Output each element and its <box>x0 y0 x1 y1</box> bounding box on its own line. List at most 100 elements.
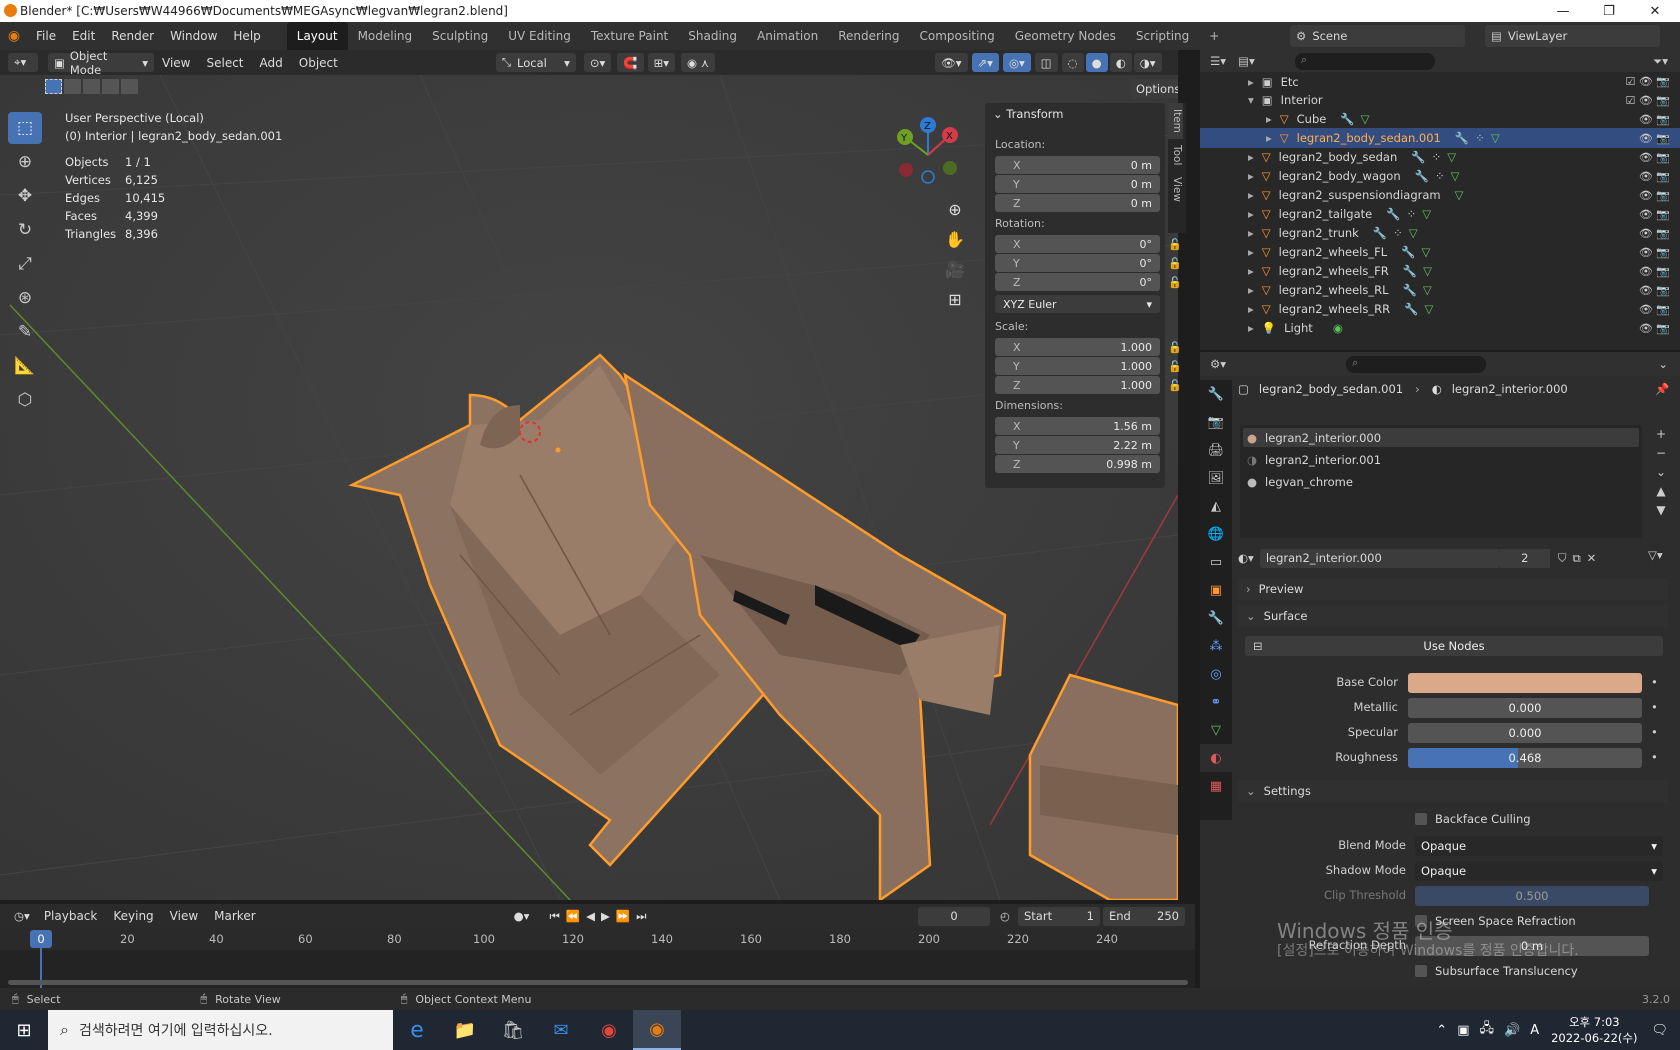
physics-tab-icon[interactable]: ◎ <box>1200 660 1232 688</box>
tab-modeling[interactable]: Modeling <box>348 22 423 50</box>
menu-render[interactable]: Render <box>103 22 162 50</box>
select-intersect-icon[interactable] <box>121 79 138 94</box>
tab-compositing[interactable]: Compositing <box>909 22 1004 50</box>
lock-icon[interactable]: 🔓 <box>1168 379 1182 392</box>
outliner-search-input[interactable]: ⌕ <box>1294 52 1435 70</box>
material-name-field[interactable]: legran2_interior.000 <box>1259 548 1500 568</box>
menu-window[interactable]: Window <box>162 22 225 50</box>
add-cube-icon[interactable]: ⬡ <box>8 384 42 416</box>
navigation-gizmo[interactable]: Z X Y <box>888 115 968 195</box>
shading-wireframe-icon[interactable]: ◌ <box>1061 53 1084 72</box>
timeline-menu-playback[interactable]: Playback <box>36 902 106 930</box>
transform-header[interactable]: ⌄ Transform <box>993 107 1064 121</box>
outliner-row[interactable]: ▸ 💡 Light ◉ <box>1200 318 1680 338</box>
scale-x-field[interactable]: X 1.000 🔓 <box>995 338 1182 356</box>
notification-icon[interactable]: 🗨 <box>1651 1023 1668 1038</box>
vp-menu-add[interactable]: Add <box>252 49 291 77</box>
minimize-button[interactable]: — <box>1540 0 1586 22</box>
viewlayer-selector[interactable]: ▤ ViewLayer <box>1485 25 1660 47</box>
fake-user-icon[interactable]: ⛉ <box>1558 551 1567 566</box>
annotate-icon[interactable]: ✎ <box>8 316 42 348</box>
eye-icon[interactable]: ☑ 👁 📷 <box>1610 72 1670 91</box>
sidebar-tab-item[interactable]: Item <box>1168 103 1183 139</box>
tab-sculpting[interactable]: Sculpting <box>422 22 498 50</box>
lock-icon[interactable]: 🔓 <box>1168 238 1182 251</box>
timeline-editor-icon[interactable]: ◷▾ <box>8 907 36 926</box>
dimensions-x-field[interactable]: X 1.56 m <box>995 417 1160 435</box>
outliner-row[interactable]: ▸ ▽ legran2_tailgate 🔧 ⁘ ▽ <box>1200 204 1680 224</box>
keyframe-dot-icon[interactable]: • <box>1651 675 1658 689</box>
select-new-icon[interactable] <box>45 79 62 94</box>
object-tab-icon[interactable]: ▣ <box>1200 576 1232 604</box>
scene-selector[interactable]: ⚙ Scene <box>1290 25 1465 47</box>
sidebar-tab-view[interactable]: View <box>1168 171 1183 208</box>
outliner-row-selected[interactable]: ▸ ▽ legran2_body_sedan.001 🔧 ⁘ ▽ <box>1200 128 1680 148</box>
outliner-row[interactable]: ▸ ▽ legran2_wheels_RR 🔧 ▽ <box>1200 299 1680 319</box>
select-extend-icon[interactable] <box>64 79 81 94</box>
collection-tab-icon[interactable]: ▭ <box>1200 548 1232 576</box>
shading-solid-icon[interactable]: ● <box>1085 53 1108 72</box>
world-tab-icon[interactable]: 🌐 <box>1200 520 1232 548</box>
tab-shading[interactable]: Shading <box>678 22 747 50</box>
rotation-z-field[interactable]: Z 0° 🔓 <box>995 273 1182 291</box>
eye-icon[interactable]: 👁 📷 <box>1610 319 1670 338</box>
keyframe-dot-icon[interactable]: • <box>1651 750 1658 764</box>
snap-icon[interactable]: 🧲 <box>617 53 644 72</box>
eye-icon[interactable]: 👁 📷 <box>1610 110 1670 129</box>
chrome-icon[interactable]: ◉ <box>585 1020 633 1041</box>
preview-section-header[interactable]: › Preview <box>1238 578 1668 600</box>
sidebar-tab-tool[interactable]: Tool <box>1168 139 1183 171</box>
tab-layout[interactable]: Layout <box>286 22 348 50</box>
add-workspace-icon[interactable]: + <box>1199 22 1229 50</box>
timeline-scrollbar[interactable] <box>8 980 1188 985</box>
select-invert-icon[interactable] <box>102 79 119 94</box>
select-subtract-icon[interactable] <box>83 79 100 94</box>
display-mode-icon[interactable]: ▤▾ <box>1238 54 1255 68</box>
specular-field[interactable]: 0.000 <box>1408 723 1642 743</box>
menu-edit[interactable]: Edit <box>64 22 103 50</box>
taskbar-search-box[interactable]: ⌕ 검색하려면 여기에 입력하십시오. <box>48 1010 393 1050</box>
shading-material-icon[interactable]: ◐ <box>1109 53 1132 72</box>
move-up-icon[interactable]: ▲ <box>1652 482 1670 501</box>
vp-menu-view[interactable]: View <box>154 49 198 77</box>
tray-app-icon[interactable]: ▣ <box>1457 1023 1469 1038</box>
link-type-icon[interactable]: ▽▾ <box>1648 548 1663 562</box>
output-tab-icon[interactable]: 🖨 <box>1200 436 1232 464</box>
slot-menu-icon[interactable]: ⌄ <box>1652 463 1670 482</box>
tab-animation[interactable]: Animation <box>747 22 828 50</box>
proportional-edit-icon[interactable]: ◉ ⋏ <box>681 53 716 72</box>
outliner-row[interactable]: ▸ ▽ legran2_wheels_RL 🔧 ▽ <box>1200 280 1680 300</box>
shading-rendered-icon[interactable]: ◑▾ <box>1133 53 1162 72</box>
roughness-slider[interactable]: 0.468 <box>1408 748 1642 768</box>
particles-tab-icon[interactable]: ⁂ <box>1200 632 1232 660</box>
shadow-mode-dropdown[interactable]: Opaque ▾ <box>1415 861 1663 881</box>
backface-culling-checkbox[interactable]: Backface Culling <box>1415 812 1531 826</box>
unlink-icon[interactable]: ✕ <box>1587 551 1597 565</box>
menu-file[interactable]: File <box>28 22 64 50</box>
maximize-button[interactable]: ❐ <box>1586 0 1632 22</box>
subsurface-translucency-checkbox[interactable]: Subsurface Translucency <box>1415 964 1578 978</box>
scale-y-field[interactable]: Y 1.000 🔓 <box>995 357 1182 375</box>
outliner-row[interactable]: ▸ ▽ legran2_body_sedan 🔧 ⁘ ▽ <box>1200 147 1680 167</box>
current-frame-field[interactable]: 0 <box>918 906 990 926</box>
rotation-y-field[interactable]: Y 0° 🔓 <box>995 254 1182 272</box>
material-slot-item[interactable]: ● legvan_chrome <box>1243 472 1639 491</box>
end-frame-field[interactable]: End 250 <box>1103 906 1185 926</box>
add-slot-icon[interactable]: + <box>1652 425 1670 444</box>
pan-hand-icon[interactable]: ✋ <box>940 225 970 255</box>
collapse-icon[interactable]: ⌄ <box>1658 357 1668 371</box>
menu-help[interactable]: Help <box>225 22 268 50</box>
volume-icon[interactable]: 🔊 <box>1504 1023 1520 1038</box>
editor-type-icon[interactable]: ⌖▾ <box>8 53 38 72</box>
eye-icon[interactable]: 👁 📷 <box>1610 186 1670 205</box>
lock-icon[interactable]: 🔓 <box>1168 276 1182 289</box>
outliner-editor-icon[interactable]: ☰▾ <box>1210 54 1226 68</box>
transform-orientation-selector[interactable]: ⤡ Local ▾ <box>495 53 576 72</box>
close-button[interactable]: ✕ <box>1632 0 1678 22</box>
timeline-menu-marker[interactable]: Marker <box>206 902 263 930</box>
lock-icon[interactable]: 🔓 <box>1168 341 1182 354</box>
stopwatch-icon[interactable]: ◴ <box>1000 909 1010 923</box>
keyframe-dot-icon[interactable]: • <box>1651 725 1658 739</box>
keyframe-dot-icon[interactable]: • <box>1651 700 1658 714</box>
material-tab-icon[interactable]: ◐ <box>1200 744 1232 772</box>
